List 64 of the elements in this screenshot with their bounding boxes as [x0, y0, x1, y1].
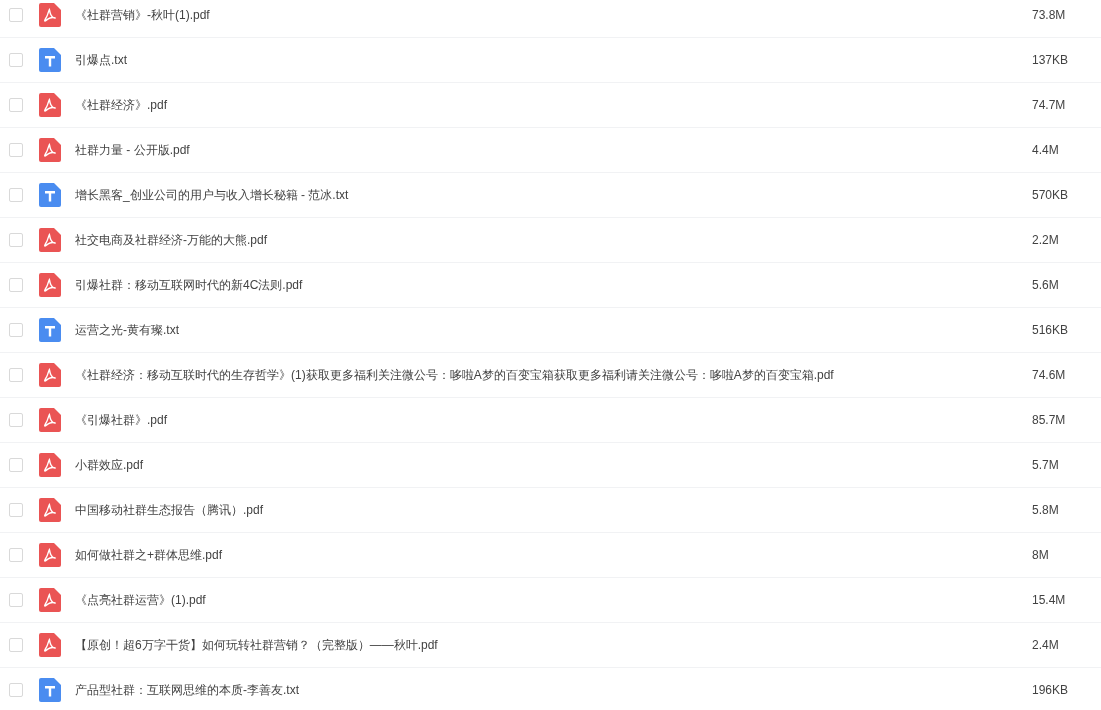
pdf-file-icon [39, 363, 61, 387]
checkbox[interactable] [9, 548, 23, 562]
pdf-file-icon [39, 93, 61, 117]
checkbox[interactable] [9, 368, 23, 382]
file-size: 570KB [1032, 188, 1070, 202]
file-name[interactable]: 引爆社群：移动互联网时代的新4C法则.pdf [75, 276, 1032, 294]
file-name[interactable]: 《引爆社群》.pdf [75, 411, 1032, 429]
file-size: 2.2M [1032, 233, 1060, 247]
file-name[interactable]: 引爆点.txt [75, 51, 1032, 69]
file-name[interactable]: 【原创！超6万字干货】如何玩转社群营销？（完整版）——秋叶.pdf [75, 636, 1032, 654]
checkbox[interactable] [9, 413, 23, 427]
checkbox[interactable] [9, 323, 23, 337]
pdf-file-icon [39, 138, 61, 162]
checkbox[interactable] [9, 53, 23, 67]
file-size: 8M [1032, 548, 1050, 562]
checkbox[interactable] [9, 458, 23, 472]
file-name[interactable]: 社群力量 - 公开版.pdf [75, 141, 1032, 159]
pdf-file-icon [39, 408, 61, 432]
text-file-icon [39, 48, 61, 72]
pdf-file-icon [39, 273, 61, 297]
file-size: 4.4M [1032, 143, 1060, 157]
pdf-file-icon [39, 543, 61, 567]
file-size: 74.6M [1032, 368, 1067, 382]
checkbox[interactable] [9, 143, 23, 157]
checkbox[interactable] [9, 638, 23, 652]
file-size: 137KB [1032, 53, 1070, 67]
checkbox[interactable] [9, 683, 23, 697]
file-size: 15.4M [1032, 593, 1067, 607]
file-name[interactable]: 运营之光-黄有璨.txt [75, 321, 1032, 339]
checkbox[interactable] [9, 278, 23, 292]
file-name[interactable]: 《社群经济》.pdf [75, 96, 1032, 114]
file-size: 516KB [1032, 323, 1070, 337]
file-name[interactable]: 《社群营销》-秋叶(1).pdf [75, 6, 1032, 24]
file-name[interactable]: 《点亮社群运营》(1).pdf [75, 591, 1032, 609]
file-size: 5.6M [1032, 278, 1060, 292]
file-name[interactable]: 中国移动社群生态报告（腾讯）.pdf [75, 501, 1032, 519]
file-name[interactable]: 《社群经济：移动互联时代的生存哲学》(1)获取更多福利关注微公号：哆啦A梦的百变宝箱获取更多福利请关注微公号：哆啦A梦的百变宝箱.pdf [75, 366, 1032, 384]
file-name[interactable]: 增长黑客_创业公司的用户与收入增长秘籍 - 范冰.txt [75, 186, 1032, 204]
file-size: 196KB [1032, 683, 1070, 697]
text-file-icon [39, 678, 61, 702]
pdf-file-icon [39, 228, 61, 252]
file-name[interactable]: 社交电商及社群经济-万能的大熊.pdf [75, 231, 1032, 249]
pdf-file-icon [39, 588, 61, 612]
checkbox[interactable] [9, 98, 23, 112]
file-name[interactable]: 产品型社群：互联网思维的本质-李善友.txt [75, 681, 1032, 699]
file-size: 2.4M [1032, 638, 1060, 652]
pdf-file-icon [39, 3, 61, 27]
text-file-icon [39, 183, 61, 207]
pdf-file-icon [39, 633, 61, 657]
file-name[interactable]: 小群效应.pdf [75, 456, 1032, 474]
checkbox[interactable] [9, 233, 23, 247]
text-file-icon [39, 318, 61, 342]
file-size: 74.7M [1032, 98, 1067, 112]
file-size: 73.8M [1032, 8, 1067, 22]
checkbox[interactable] [9, 503, 23, 517]
file-size: 5.8M [1032, 503, 1060, 517]
pdf-file-icon [39, 498, 61, 522]
file-name[interactable]: 如何做社群之+群体思维.pdf [75, 546, 1032, 564]
checkbox[interactable] [9, 188, 23, 202]
file-size: 85.7M [1032, 413, 1067, 427]
checkbox[interactable] [9, 593, 23, 607]
pdf-file-icon [39, 453, 61, 477]
file-size: 5.7M [1032, 458, 1060, 472]
checkbox[interactable] [9, 8, 23, 22]
